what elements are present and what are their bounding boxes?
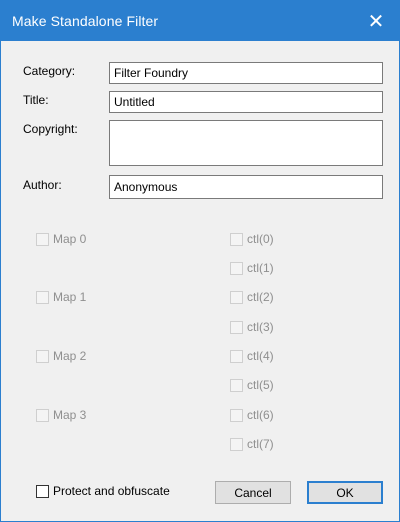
- ctl-3-checkbox[interactable]: ctl(3): [230, 320, 274, 334]
- ctl-2-checkbox[interactable]: ctl(2): [230, 290, 274, 304]
- ctl-4-label: ctl(4): [247, 349, 274, 363]
- title-bar: Make Standalone Filter ✕: [1, 1, 399, 41]
- ctl-4-checkbox[interactable]: ctl(4): [230, 349, 274, 363]
- ctl-0-checkbox[interactable]: ctl(0): [230, 232, 274, 246]
- ctl-7-label: ctl(7): [247, 437, 274, 451]
- title-label: Title:: [23, 93, 49, 107]
- checkbox-box[interactable]: [230, 320, 243, 334]
- ctl-7-checkbox[interactable]: ctl(7): [230, 437, 274, 451]
- window-title: Make Standalone Filter: [12, 13, 159, 29]
- author-label: Author:: [23, 178, 62, 192]
- copyright-label: Copyright:: [23, 122, 78, 136]
- ctl-5-checkbox[interactable]: ctl(5): [230, 378, 274, 392]
- checkbox-box[interactable]: [36, 232, 49, 246]
- checkbox-box[interactable]: [230, 349, 243, 363]
- protect-obfuscate-checkbox[interactable]: Protect and obfuscate: [36, 484, 170, 498]
- category-label: Category:: [23, 64, 76, 78]
- ctl-3-label: ctl(3): [247, 320, 274, 334]
- ctl-1-label: ctl(1): [247, 261, 274, 275]
- checkbox-box[interactable]: [36, 408, 49, 422]
- ctl-0-label: ctl(0): [247, 232, 274, 246]
- title-field[interactable]: [109, 91, 383, 113]
- ctl-6-label: ctl(6): [247, 408, 274, 422]
- checkbox-box[interactable]: [230, 437, 243, 451]
- cancel-button[interactable]: Cancel: [215, 481, 291, 504]
- checkbox-box[interactable]: [36, 290, 49, 304]
- map-3-checkbox[interactable]: Map 3: [36, 408, 86, 422]
- ok-button[interactable]: OK: [307, 481, 383, 504]
- author-field[interactable]: [109, 175, 383, 199]
- checkbox-box[interactable]: [230, 378, 243, 392]
- map-2-label: Map 2: [53, 349, 87, 363]
- map-1-label: Map 1: [53, 290, 87, 304]
- ctl-2-label: ctl(2): [247, 290, 274, 304]
- map-0-checkbox[interactable]: Map 0: [36, 232, 86, 246]
- close-icon: ✕: [367, 10, 385, 33]
- ctl-5-label: ctl(5): [247, 378, 274, 392]
- protect-obfuscate-label: Protect and obfuscate: [53, 484, 170, 498]
- checkbox-box[interactable]: [230, 261, 243, 275]
- checkbox-box[interactable]: [36, 349, 49, 363]
- copyright-field[interactable]: [109, 120, 383, 166]
- map-3-label: Map 3: [53, 408, 87, 422]
- checkbox-box[interactable]: [230, 290, 243, 304]
- map-2-checkbox[interactable]: Map 2: [36, 349, 86, 363]
- map-0-label: Map 0: [53, 232, 87, 246]
- close-button[interactable]: ✕: [353, 1, 399, 41]
- category-field[interactable]: [109, 62, 383, 84]
- map-1-checkbox[interactable]: Map 1: [36, 290, 86, 304]
- ctl-6-checkbox[interactable]: ctl(6): [230, 408, 274, 422]
- make-standalone-filter-dialog: Make Standalone Filter ✕ Category: Title…: [0, 0, 400, 522]
- checkbox-box[interactable]: [36, 484, 49, 498]
- checkbox-box[interactable]: [230, 232, 243, 246]
- ctl-1-checkbox[interactable]: ctl(1): [230, 261, 274, 275]
- checkbox-box[interactable]: [230, 408, 243, 422]
